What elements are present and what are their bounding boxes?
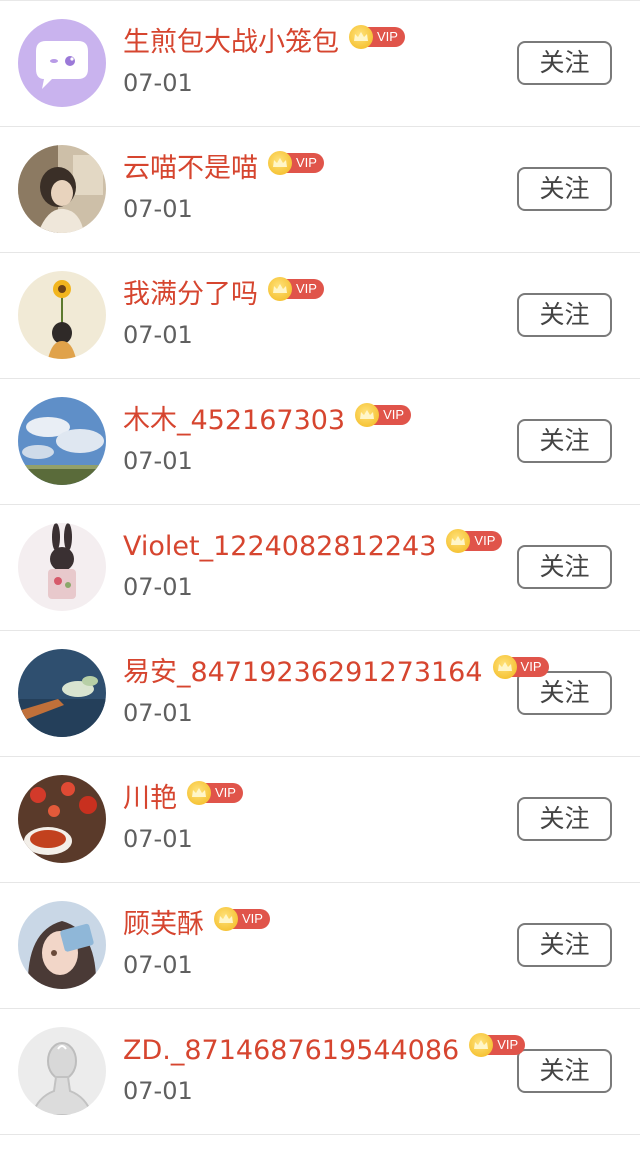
vip-badge: VIP: [349, 25, 405, 49]
name-line: Violet_1224082812243 VIP: [123, 527, 503, 567]
follow-button[interactable]: 关注: [517, 293, 612, 337]
girl-portrait-photo: [18, 145, 106, 233]
crown-icon: [214, 907, 238, 931]
crown-icon: [268, 151, 292, 175]
follow-button[interactable]: 关注: [517, 1049, 612, 1093]
user-name[interactable]: ZD._8714687619544086: [123, 1031, 459, 1071]
user-name[interactable]: 我满分了吗: [123, 275, 258, 315]
name-line: 云喵不是喵 VIP: [123, 149, 324, 189]
red-flowers-tea-photo: [18, 775, 106, 863]
user-name[interactable]: Violet_1224082812243: [123, 527, 436, 567]
list-item[interactable]: 易安_84719236291273164 VIP 07-01 关注: [0, 631, 640, 757]
fan-list: 生煎包大战小笼包 VIP 07-01 关注 云喵不是喵 VIP 07-01 关注…: [0, 0, 640, 1161]
list-item[interactable]: 木木_452167303 VIP 07-01 关注: [0, 379, 640, 505]
follow-date: 07-01: [123, 321, 193, 349]
crown-icon: [268, 277, 292, 301]
follow-button[interactable]: 关注: [517, 923, 612, 967]
vip-badge: VIP: [268, 277, 324, 301]
name-line: 我满分了吗 VIP: [123, 275, 324, 315]
purple-chat-icon: [18, 19, 106, 107]
glass-mannequin-photo: [18, 1027, 106, 1115]
crown-icon: [355, 403, 380, 427]
crown-icon: [492, 655, 517, 679]
user-name[interactable]: 易安_84719236291273164: [123, 653, 483, 693]
user-name[interactable]: 木木_452167303: [123, 401, 345, 441]
follow-button[interactable]: 关注: [517, 41, 612, 85]
follow-button[interactable]: 关注: [517, 545, 612, 589]
user-name[interactable]: 顾芙酥: [123, 905, 204, 945]
follow-button[interactable]: 关注: [517, 797, 612, 841]
sunflower-girl-illustration: [18, 271, 106, 359]
vip-badge: VIP: [446, 529, 503, 553]
crown-icon: [187, 781, 211, 805]
follow-date: 07-01: [123, 1077, 193, 1105]
avatar[interactable]: [18, 19, 106, 107]
list-item[interactable]: 云喵不是喵 VIP 07-01 关注: [0, 127, 640, 253]
follow-date: 07-01: [123, 573, 193, 601]
hand-with-flower-photo: [18, 649, 106, 737]
list-item[interactable]: 川艳 VIP 07-01 关注: [0, 757, 640, 883]
vip-label: VIP: [464, 531, 503, 551]
list-item[interactable]: 生煎包大战小笼包 VIP 07-01 关注: [0, 1, 640, 127]
avatar[interactable]: [18, 397, 106, 485]
follow-button[interactable]: 关注: [517, 419, 612, 463]
follow-date: 07-01: [123, 951, 193, 979]
vip-badge: VIP: [492, 655, 549, 679]
sky-clouds-photo: [18, 397, 106, 485]
list-item[interactable]: Violet_1224082812243 VIP 07-01 关注: [0, 505, 640, 631]
avatar[interactable]: [18, 523, 106, 611]
vip-badge: VIP: [268, 151, 324, 175]
user-name[interactable]: 云喵不是喵: [123, 149, 258, 189]
name-line: 川艳 VIP: [123, 779, 243, 819]
name-line: 生煎包大战小笼包 VIP: [123, 23, 405, 63]
user-name[interactable]: 生煎包大战小笼包: [123, 23, 339, 63]
avatar[interactable]: [18, 1027, 106, 1115]
follow-date: 07-01: [123, 699, 193, 727]
list-item[interactable]: 顾芙酥 VIP 07-01 关注: [0, 883, 640, 1009]
avatar[interactable]: [18, 145, 106, 233]
name-line: 顾芙酥 VIP: [123, 905, 270, 945]
name-line: 易安_84719236291273164 VIP: [123, 653, 549, 693]
follow-date: 07-01: [123, 447, 193, 475]
avatar[interactable]: [18, 649, 106, 737]
follow-date: 07-01: [123, 195, 193, 223]
bunny-ears-doll-photo: [18, 523, 106, 611]
vip-badge: VIP: [355, 403, 412, 427]
vip-badge: VIP: [469, 1033, 526, 1057]
follow-date: 07-01: [123, 825, 193, 853]
vip-badge: VIP: [214, 907, 270, 931]
vip-badge: VIP: [187, 781, 243, 805]
follow-button[interactable]: 关注: [517, 167, 612, 211]
avatar[interactable]: [18, 775, 106, 863]
anime-girl-illustration: [18, 901, 106, 989]
name-line: 木木_452167303 VIP: [123, 401, 412, 441]
avatar[interactable]: [18, 271, 106, 359]
list-item[interactable]: 我满分了吗 VIP 07-01 关注: [0, 253, 640, 379]
name-line: ZD._8714687619544086 VIP: [123, 1031, 526, 1071]
avatar[interactable]: [18, 901, 106, 989]
follow-date: 07-01: [123, 69, 193, 97]
user-name[interactable]: 川艳: [123, 779, 177, 819]
list-item[interactable]: ZD._8714687619544086 VIP 07-01 关注: [0, 1009, 640, 1135]
crown-icon: [349, 25, 373, 49]
